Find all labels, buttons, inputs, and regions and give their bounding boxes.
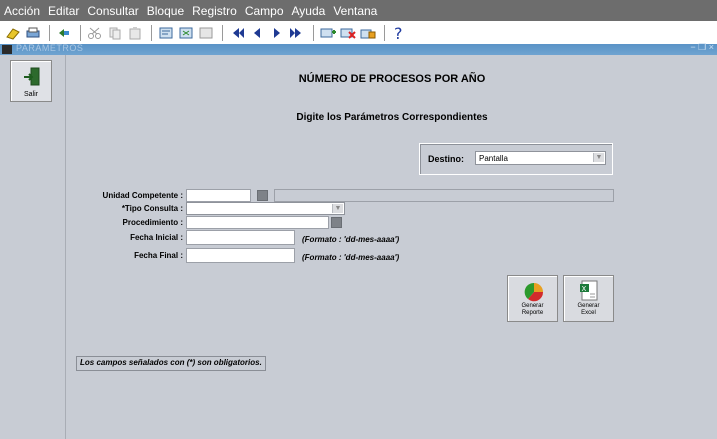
toolbar: ? <box>0 21 717 44</box>
tipo-consulta-select[interactable]: ▼ <box>186 202 345 215</box>
destino-value: Pantalla <box>479 154 508 163</box>
print-icon[interactable] <box>24 24 42 42</box>
toolbar-separator <box>222 24 223 41</box>
previous-record-icon[interactable] <box>248 24 266 42</box>
exit-button[interactable]: Salir <box>10 60 52 102</box>
toolbar-separator <box>80 24 81 41</box>
window-controls[interactable]: − ❐ × <box>690 42 714 53</box>
window-title: PARAMETROS <box>16 43 84 53</box>
save-icon[interactable] <box>4 24 22 42</box>
exit-label: Salir <box>23 91 38 98</box>
menu-registro[interactable]: Registro <box>188 4 241 18</box>
procedimiento-input[interactable] <box>186 216 329 229</box>
app-icon <box>2 45 12 54</box>
fecha-final-format-hint: (Formato : 'dd-mes-aaaa') <box>302 253 400 262</box>
exit-door-icon <box>23 67 41 92</box>
query-execute-icon[interactable] <box>177 24 195 42</box>
destino-label: Destino: <box>428 154 464 164</box>
chevron-down-icon[interactable]: ▼ <box>332 204 343 213</box>
query-cancel-icon[interactable] <box>197 24 215 42</box>
delete-record-icon[interactable] <box>339 24 357 42</box>
fecha-final-label: Fecha Final : <box>134 251 183 260</box>
window-title-bar: PARAMETROS − ❐ × <box>0 42 717 55</box>
navigate-icon[interactable] <box>55 24 73 42</box>
first-record-icon[interactable] <box>228 24 246 42</box>
menu-editar[interactable]: Editar <box>44 4 83 18</box>
unidad-code-input[interactable] <box>186 189 251 202</box>
menu-consultar[interactable]: Consultar <box>83 4 142 18</box>
generate-report-label: Generar Reporte <box>521 303 544 316</box>
required-fields-note: Los campos señalados con (*) son obligat… <box>76 356 266 371</box>
help-icon[interactable]: ? <box>390 24 408 42</box>
toolbar-separator <box>313 24 314 41</box>
menu-bloque[interactable]: Bloque <box>143 4 188 18</box>
generate-excel-button[interactable]: X Generar Excel <box>563 275 614 322</box>
svg-text:?: ? <box>394 25 403 41</box>
form-canvas: NÚMERO DE PROCESOS POR AÑO Digite los Pa… <box>65 55 717 439</box>
next-record-icon[interactable] <box>268 24 286 42</box>
toolbar-separator <box>49 24 50 41</box>
insert-record-icon[interactable] <box>319 24 337 42</box>
tipo-consulta-label: *Tipo Consulta : <box>121 204 183 213</box>
procedimiento-lov-button[interactable] <box>331 217 342 228</box>
menu-ayuda[interactable]: Ayuda <box>288 4 330 18</box>
copy-icon[interactable] <box>106 24 124 42</box>
unidad-description-field <box>274 189 614 202</box>
fecha-inicial-format-hint: (Formato : 'dd-mes-aaaa') <box>302 235 400 244</box>
query-enter-icon[interactable] <box>157 24 175 42</box>
cut-icon[interactable] <box>86 24 104 42</box>
menu-accion[interactable]: Acción <box>0 4 44 18</box>
toolbar-separator <box>151 24 152 41</box>
chevron-down-icon[interactable]: ▼ <box>593 153 604 162</box>
last-record-icon[interactable] <box>288 24 306 42</box>
fecha-inicial-input[interactable] <box>186 230 295 245</box>
page-title: NÚMERO DE PROCESOS POR AÑO <box>298 73 486 85</box>
toolbar-separator <box>384 24 385 41</box>
paste-icon[interactable] <box>126 24 144 42</box>
menu-campo[interactable]: Campo <box>241 4 288 18</box>
unidad-lov-button[interactable] <box>257 190 268 201</box>
destino-select[interactable]: Pantalla ▼ <box>475 151 606 165</box>
menu-bar: Acción Editar Consultar Bloque Registro … <box>0 0 717 21</box>
fecha-final-input[interactable] <box>186 248 295 263</box>
fecha-inicial-label: Fecha Inicial : <box>130 233 183 242</box>
procedimiento-label: Procedimiento : <box>122 218 183 227</box>
generate-report-button[interactable]: Generar Reporte <box>507 275 558 322</box>
svg-text:X: X <box>582 285 587 293</box>
menu-ventana[interactable]: Ventana <box>329 4 381 18</box>
destino-frame: Destino: Pantalla ▼ <box>419 143 613 175</box>
unidad-label: Unidad Competente : <box>102 191 183 200</box>
lock-record-icon[interactable] <box>359 24 377 42</box>
page-subtitle: Digite los Parámetros Correspondientes <box>296 112 488 123</box>
sidebar <box>0 55 65 439</box>
generate-excel-label: Generar Excel <box>577 303 600 316</box>
